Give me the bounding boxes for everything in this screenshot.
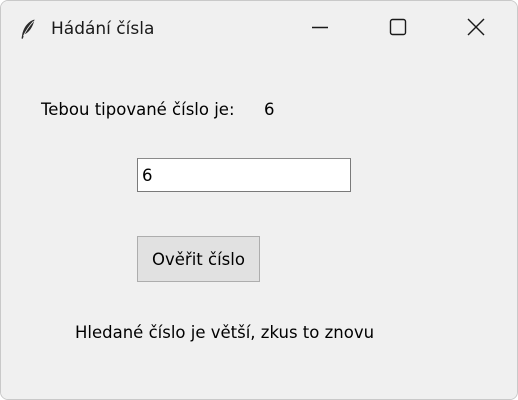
window-title: Hádání čísla bbox=[51, 19, 155, 39]
minimize-button[interactable] bbox=[297, 9, 343, 49]
verify-number-button[interactable]: Ověřit číslo bbox=[137, 236, 260, 282]
guess-label: Tebou tipované číslo je: bbox=[41, 100, 235, 119]
close-button[interactable] bbox=[453, 9, 499, 49]
result-message: Hledané číslo je větší, zkus to znovu bbox=[75, 323, 375, 342]
maximize-icon bbox=[389, 18, 407, 40]
minimize-icon bbox=[311, 18, 329, 40]
number-input[interactable] bbox=[137, 158, 351, 192]
client-area: Tebou tipované číslo je: 6 Ověřit číslo … bbox=[1, 57, 517, 399]
title-bar[interactable]: Hádání čísla bbox=[1, 1, 517, 57]
close-icon bbox=[467, 18, 485, 40]
app-window: Hádání čísla Tebou tipované číslo je: 6 … bbox=[0, 0, 518, 400]
maximize-button[interactable] bbox=[375, 9, 421, 49]
guess-value: 6 bbox=[264, 100, 275, 119]
feather-icon bbox=[19, 18, 37, 40]
